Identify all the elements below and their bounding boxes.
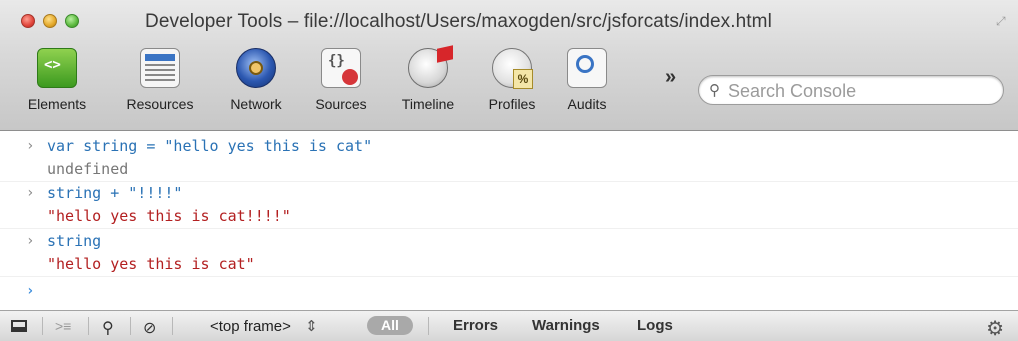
divider [42, 317, 43, 335]
tab-network[interactable]: Network [218, 48, 294, 112]
tab-audits-label: Audits [567, 96, 607, 112]
filter-logs-button[interactable]: Logs [637, 317, 673, 334]
divider [88, 317, 89, 335]
window-chrome: Developer Tools – file://localhost/Users… [0, 0, 1018, 131]
status-bar: >≡ ⚲ ⊘ <top frame> ⇕ All Errors Warnings… [0, 310, 1018, 341]
devtools-window: Developer Tools – file://localhost/Users… [0, 0, 1018, 341]
frame-select-value: <top frame> [210, 318, 291, 335]
more-panels-button[interactable]: » [665, 66, 676, 89]
tab-network-label: Network [230, 96, 282, 112]
console-result: "hello yes this is cat!!!!" [47, 207, 291, 225]
sources-icon [321, 48, 361, 88]
search-icon: ⚲ [709, 82, 720, 99]
minimize-window-button[interactable] [43, 14, 57, 28]
console-command: string + "!!!!" [47, 184, 183, 202]
select-arrows-icon: ⇕ [305, 318, 318, 335]
tab-resources[interactable]: Resources [115, 48, 205, 112]
console-command: var string = "hello yes this is cat" [47, 137, 373, 155]
console-result: undefined [47, 160, 129, 178]
console-output[interactable]: › var string = "hello yes this is cat" u… [0, 131, 1018, 309]
close-window-button[interactable] [21, 14, 35, 28]
prompt-icon: › [26, 233, 35, 249]
tab-profiles-label: Profiles [488, 96, 536, 112]
tab-profiles[interactable]: Profiles [479, 48, 545, 112]
console-result-row: undefined [0, 158, 1018, 182]
search-console-input[interactable] [726, 80, 990, 102]
show-console-icon[interactable]: >≡ [55, 318, 71, 334]
tab-elements-label: Elements [27, 96, 87, 112]
inspect-search-icon[interactable]: ⚲ [102, 318, 114, 338]
tab-sources-label: Sources [315, 96, 367, 112]
prompt-icon: › [26, 138, 35, 154]
tab-resources-label: Resources [126, 96, 194, 112]
console-command-row: › string [0, 230, 1018, 253]
input-prompt-icon: › [26, 283, 35, 299]
fullscreen-icon[interactable]: ⤢ [996, 14, 1010, 28]
title-bar: Developer Tools – file://localhost/Users… [0, 0, 1018, 40]
frame-select[interactable]: <top frame> ⇕ [210, 317, 318, 335]
elements-icon [37, 48, 77, 88]
console-result-row: "hello yes this is cat" [0, 253, 1018, 277]
search-console-field[interactable]: ⚲ [698, 75, 1004, 105]
zoom-window-button[interactable] [65, 14, 79, 28]
panel-toolbar: Elements Resources Network Sources Timel… [0, 40, 1018, 131]
resources-icon [140, 48, 180, 88]
console-input-row[interactable]: › [0, 280, 1018, 303]
network-icon [236, 48, 276, 88]
divider [130, 317, 131, 335]
filter-all-button[interactable]: All [367, 316, 413, 335]
divider [428, 317, 429, 335]
profiles-icon [492, 48, 533, 89]
dock-toggle-button[interactable] [11, 320, 27, 332]
console-command-row: › var string = "hello yes this is cat" [0, 135, 1018, 158]
tab-timeline-label: Timeline [401, 96, 455, 112]
divider [172, 317, 173, 335]
console-result: "hello yes this is cat" [47, 255, 255, 273]
clear-console-icon[interactable]: ⊘ [143, 318, 156, 338]
tab-elements[interactable]: Elements [22, 48, 92, 112]
tab-timeline[interactable]: Timeline [390, 48, 466, 112]
tab-sources[interactable]: Sources [305, 48, 377, 112]
filter-errors-button[interactable]: Errors [453, 317, 498, 334]
gear-icon[interactable]: ⚙ [986, 316, 1004, 341]
audits-icon [567, 48, 607, 88]
console-command-row: › string + "!!!!" [0, 182, 1018, 205]
filter-warnings-button[interactable]: Warnings [532, 317, 600, 334]
window-title: Developer Tools – file://localhost/Users… [145, 11, 772, 32]
tab-audits[interactable]: Audits [557, 48, 617, 112]
prompt-icon: › [26, 185, 35, 201]
timeline-icon [408, 48, 448, 88]
console-command: string [47, 232, 102, 250]
console-result-row: "hello yes this is cat!!!!" [0, 205, 1018, 229]
